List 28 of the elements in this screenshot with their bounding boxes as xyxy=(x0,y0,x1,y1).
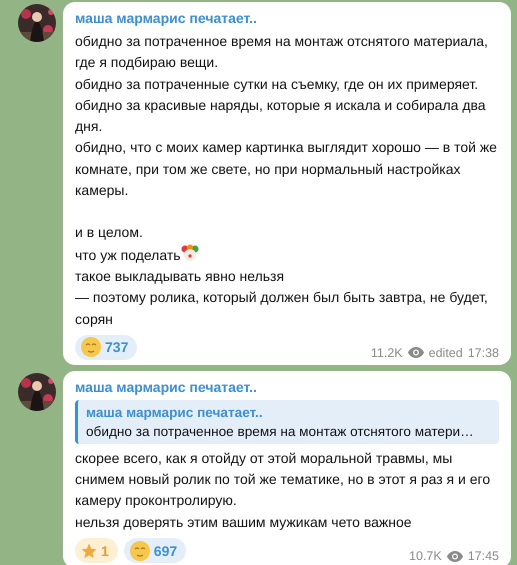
message-text: такое выкладывать явно нельзя xyxy=(75,266,286,286)
message-text: нельзя доверять этим вашим мужикам чето важное xyxy=(75,512,413,532)
message-text: — поэтому ролика, который должен был быть завтра, не будет, сорян xyxy=(75,288,489,329)
reaction-button[interactable]: 1 xyxy=(75,538,118,564)
view-count: 10.7K xyxy=(409,549,442,564)
message-time: 17:38 xyxy=(468,346,499,360)
reply-text: обидно за потраченное время на монтаж отснятого матери… xyxy=(86,422,475,441)
eye-icon xyxy=(446,550,463,562)
author-name[interactable]: маша мармарис печатает.. xyxy=(75,8,499,28)
face-icon xyxy=(80,336,102,358)
message-text: обидно, что с моих камер картинка выглядит хорошо — в той же комнате, при том же свете, но при нормальный настройках камеры. xyxy=(75,138,498,200)
message-time: 17:45 xyxy=(468,549,499,564)
message-text: обидно за потраченные сутки на съемку, где он их примеряет. xyxy=(75,74,480,94)
author-name[interactable]: маша мармарис печатает.. xyxy=(75,376,499,397)
face-icon xyxy=(128,540,151,562)
reaction-button[interactable]: 737 xyxy=(75,334,138,360)
star-icon xyxy=(80,542,98,560)
reply-quote[interactable]: маша мармарис печатает.. обидно за потраченное время на монтаж отснятого матери… xyxy=(75,400,499,444)
eye-icon xyxy=(408,347,424,358)
view-count: 11.2K xyxy=(370,346,403,360)
reaction-button[interactable]: 697 xyxy=(124,538,186,564)
message-text: обидно за потраченное время на монтаж отснятого материала, где я подбираю вещи. xyxy=(75,32,489,72)
reply-author: маша мармарис печатает.. xyxy=(86,404,264,422)
edited-label: edited xyxy=(428,346,463,360)
message-text: скорее всего, как я отойду от этой моральной травмы, мы снимем новый ролик по той же тематике, но в этот я раз я и его камеру проконтролирую. xyxy=(75,448,492,510)
message-text: обидно за красивые наряды, которые я искала и собирала два дня. xyxy=(75,96,487,136)
message-text: что уж поделать xyxy=(75,246,181,263)
message-text: и в целом. xyxy=(75,223,144,242)
